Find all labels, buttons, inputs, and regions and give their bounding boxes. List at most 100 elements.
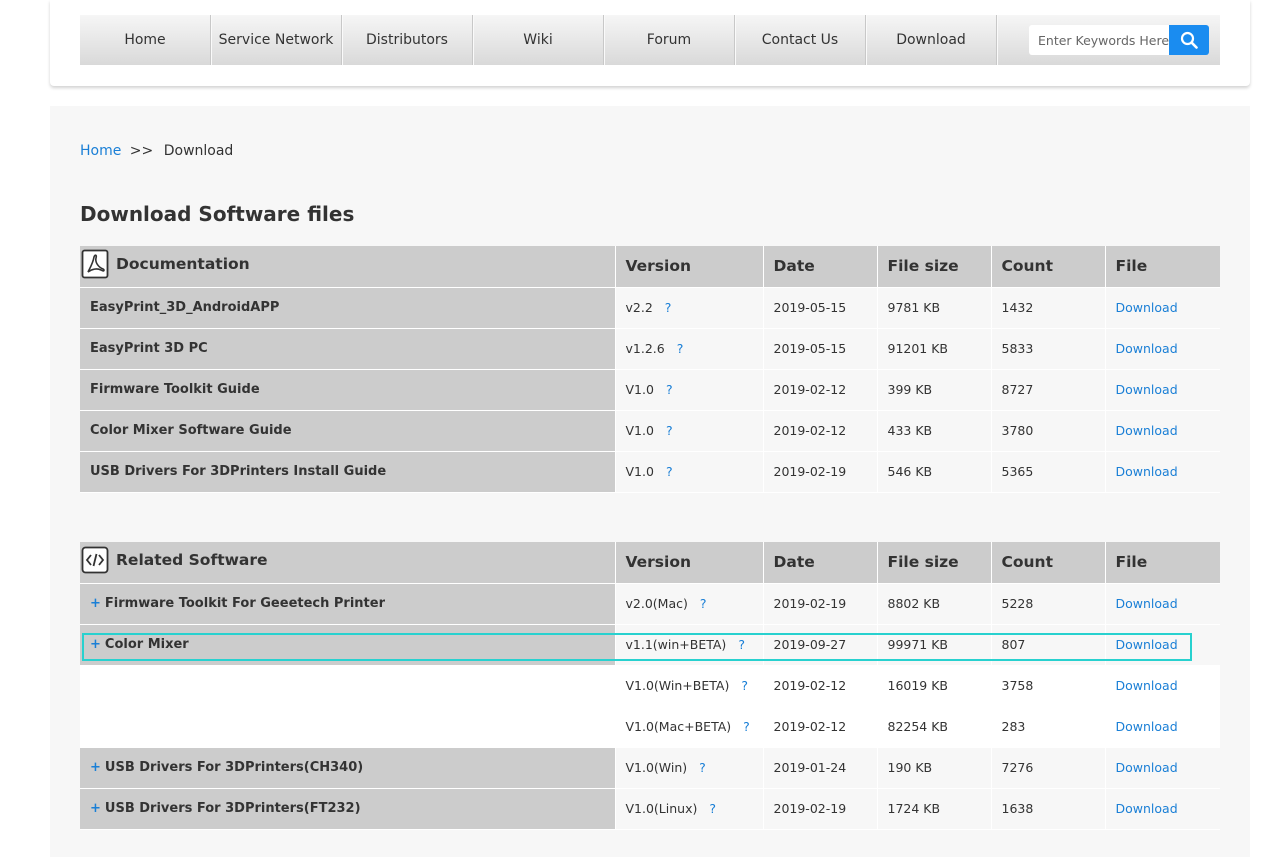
file-version: V1.0(Linux)? <box>615 788 764 830</box>
file-name: + Color Mixer <box>80 624 616 666</box>
help-icon[interactable]: ? <box>743 719 750 734</box>
download-link[interactable]: Download <box>1116 801 1178 816</box>
related-software-title: Related Software <box>116 551 268 570</box>
help-icon[interactable]: ? <box>666 382 673 397</box>
file-name: + USB Drivers For 3DPrinters(FT232) <box>80 788 616 830</box>
download-link[interactable]: Download <box>1116 719 1178 734</box>
file-name: Firmware Toolkit Guide <box>80 369 616 411</box>
file-date: 2019-02-19 <box>763 583 878 625</box>
file-cell: Download <box>1105 624 1220 666</box>
download-link[interactable]: Download <box>1116 596 1178 611</box>
download-link[interactable]: Download <box>1116 637 1178 652</box>
col-version: Version <box>615 542 764 584</box>
col-file-size: File size <box>877 542 992 584</box>
file-date: 2019-02-19 <box>763 788 878 830</box>
file-date: 2019-02-12 <box>763 369 878 411</box>
file-cell: Download <box>1105 706 1220 748</box>
col-date: Date <box>763 246 878 288</box>
help-icon[interactable]: ? <box>665 300 672 315</box>
file-name: + Firmware Toolkit For Geeetech Printer <box>80 583 616 625</box>
breadcrumb-home-link[interactable]: Home <box>80 143 121 159</box>
file-cell: Download <box>1105 328 1220 370</box>
file-size: 91201 KB <box>877 328 992 370</box>
nav-wiki[interactable]: Wiki <box>473 15 604 65</box>
help-icon[interactable]: ? <box>709 801 716 816</box>
file-version: v1.2.6? <box>615 328 764 370</box>
col-count: Count <box>991 246 1106 288</box>
expand-toggle[interactable]: + <box>90 760 101 775</box>
file-date: 2019-05-15 <box>763 328 878 370</box>
file-size: 9781 KB <box>877 287 992 329</box>
help-icon[interactable]: ? <box>666 423 673 438</box>
col-file: File <box>1105 542 1220 584</box>
help-icon[interactable]: ? <box>699 760 706 775</box>
file-version: V1.0? <box>615 410 764 452</box>
search-input[interactable] <box>1029 25 1169 55</box>
empty-name-cell <box>80 665 616 707</box>
file-cell: Download <box>1105 747 1220 789</box>
search-icon <box>1180 31 1198 49</box>
documentation-title: Documentation <box>116 255 250 274</box>
file-count: 5833 <box>991 328 1106 370</box>
file-size: 8802 KB <box>877 583 992 625</box>
file-count: 5365 <box>991 451 1106 493</box>
nav-service-network[interactable]: Service Network <box>211 15 342 65</box>
download-link[interactable]: Download <box>1116 300 1178 315</box>
file-size: 546 KB <box>877 451 992 493</box>
file-size: 399 KB <box>877 369 992 411</box>
file-version: v2.2? <box>615 287 764 329</box>
file-name: EasyPrint_3D_AndroidAPP <box>80 287 616 329</box>
table-row: EasyPrint 3D PC v1.2.6? 2019-05-15 91201… <box>80 328 1220 370</box>
file-count: 807 <box>991 624 1106 666</box>
documentation-table: Documentation Version Date File size Cou… <box>80 246 1220 493</box>
expand-toggle[interactable]: + <box>90 637 101 652</box>
file-count: 5228 <box>991 583 1106 625</box>
download-link[interactable]: Download <box>1116 341 1178 356</box>
file-version: v1.1(win+BETA)? <box>615 624 764 666</box>
table-row: + Color Mixer v1.1(win+BETA)? 2019-09-27 … <box>80 624 1220 666</box>
file-size: 16019 KB <box>877 665 992 707</box>
file-name: Color Mixer Software Guide <box>80 410 616 452</box>
nav-download[interactable]: Download <box>866 15 997 65</box>
download-link[interactable]: Download <box>1116 464 1178 479</box>
table-row: USB Drivers For 3DPrinters Install Guide… <box>80 451 1220 493</box>
file-date: 2019-09-27 <box>763 624 878 666</box>
file-size: 433 KB <box>877 410 992 452</box>
documentation-header: Documentation <box>80 246 616 288</box>
file-count: 1638 <box>991 788 1106 830</box>
file-count: 3780 <box>991 410 1106 452</box>
col-version: Version <box>615 246 764 288</box>
file-name: + USB Drivers For 3DPrinters(CH340) <box>80 747 616 789</box>
table-row: + Firmware Toolkit For Geeetech Printer v… <box>80 583 1220 625</box>
col-file: File <box>1105 246 1220 288</box>
code-icon <box>81 546 109 574</box>
help-icon[interactable]: ? <box>741 678 748 693</box>
download-link[interactable]: Download <box>1116 760 1178 775</box>
table-header-row: Documentation Version Date File size Cou… <box>80 246 1220 288</box>
file-date: 2019-02-12 <box>763 706 878 748</box>
help-icon[interactable]: ? <box>700 596 707 611</box>
expand-toggle[interactable]: + <box>90 596 101 611</box>
download-link[interactable]: Download <box>1116 382 1178 397</box>
download-link[interactable]: Download <box>1116 423 1178 438</box>
breadcrumb-current: Download <box>163 143 234 159</box>
nav-distributors[interactable]: Distributors <box>342 15 473 65</box>
nav-home[interactable]: Home <box>80 15 211 65</box>
help-icon[interactable]: ? <box>738 637 745 652</box>
file-version: V1.0(Win+BETA)? <box>615 665 764 707</box>
file-count: 3758 <box>991 665 1106 707</box>
table-row: + USB Drivers For 3DPrinters(CH340) V1.0(… <box>80 747 1220 789</box>
help-icon[interactable]: ? <box>677 341 684 356</box>
file-date: 2019-02-12 <box>763 665 878 707</box>
nav-forum[interactable]: Forum <box>604 15 735 65</box>
search-button[interactable] <box>1169 25 1209 55</box>
file-size: 99971 KB <box>877 624 992 666</box>
file-version: V1.0(Mac+BETA)? <box>615 706 764 748</box>
nav-contact-us[interactable]: Contact Us <box>735 15 866 65</box>
file-size: 190 KB <box>877 747 992 789</box>
help-icon[interactable]: ? <box>666 464 673 479</box>
related-software-header: Related Software <box>80 542 616 584</box>
download-link[interactable]: Download <box>1116 678 1178 693</box>
file-cell: Download <box>1105 410 1220 452</box>
expand-toggle[interactable]: + <box>90 801 101 816</box>
